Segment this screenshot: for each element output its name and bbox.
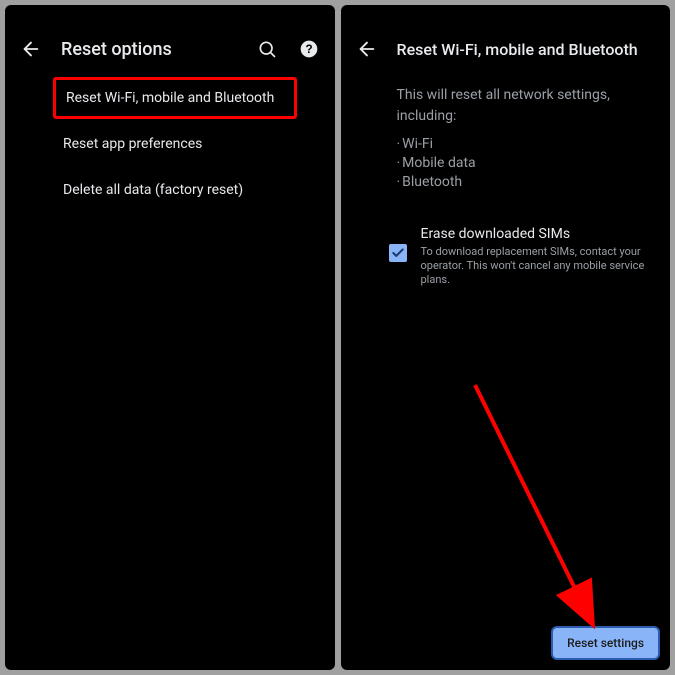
bullet-item: Mobile data <box>397 154 653 173</box>
bullet-list: Wi-Fi Mobile data Bluetooth <box>341 131 671 196</box>
erase-sims-checkbox[interactable] <box>389 244 407 262</box>
checkbox-title: Erase downloaded SIMs <box>421 226 653 242</box>
screen-reset-options: Reset options ? Reset Wi-Fi, mobile and … <box>5 5 335 670</box>
erase-sims-text: Erase downloaded SIMs To download replac… <box>421 226 653 288</box>
help-icon[interactable]: ? <box>297 37 321 61</box>
screen-reset-network-confirm: Reset Wi-Fi, mobile and Bluetooth This w… <box>341 5 671 670</box>
bullet-item: Wi-Fi <box>397 135 653 154</box>
button-label: Reset settings <box>567 636 644 650</box>
list-item-reset-network[interactable]: Reset Wi-Fi, mobile and Bluetooth <box>53 77 297 119</box>
header: Reset options ? <box>5 5 335 75</box>
bullet-item: Bluetooth <box>397 173 653 192</box>
back-arrow-icon[interactable] <box>19 37 43 61</box>
back-arrow-icon[interactable] <box>355 37 379 61</box>
search-icon[interactable] <box>255 37 279 61</box>
list-item-reset-app-prefs[interactable]: Reset app preferences <box>5 121 335 167</box>
checkbox-subtitle: To download replacement SIMs, contact yo… <box>421 245 653 288</box>
intro-text: This will reset all network settings, in… <box>341 75 671 131</box>
list-item-label: Delete all data (factory reset) <box>63 182 243 198</box>
list-item-label: Reset Wi-Fi, mobile and Bluetooth <box>66 90 274 106</box>
list-item-factory-reset[interactable]: Delete all data (factory reset) <box>5 167 335 213</box>
erase-sims-row: Erase downloaded SIMs To download replac… <box>341 196 671 298</box>
page-title: Reset Wi-Fi, mobile and Bluetooth <box>397 40 638 59</box>
svg-text:?: ? <box>305 43 312 56</box>
header: Reset Wi-Fi, mobile and Bluetooth <box>341 5 671 75</box>
list-item-label: Reset app preferences <box>63 136 202 152</box>
reset-settings-button[interactable]: Reset settings <box>553 628 658 658</box>
page-title: Reset options <box>61 39 172 60</box>
